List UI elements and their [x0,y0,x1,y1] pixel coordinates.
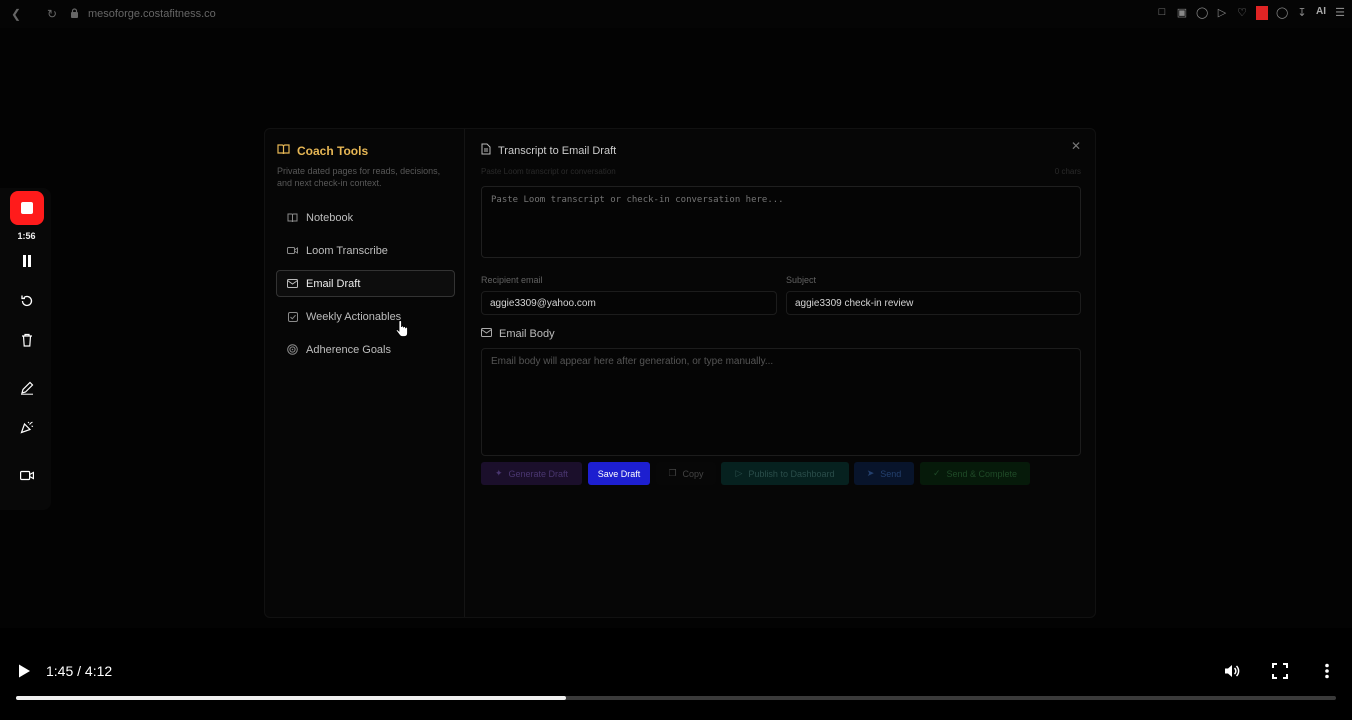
play-extension-icon[interactable]: ▷ [1216,6,1228,20]
recipient-label: Recipient email [481,275,543,285]
sidebar-description: Private dated pages for reads, decisions… [277,166,441,188]
email-draft-panel: Transcript to Email Draft ✕ Paste Loom t… [481,129,1081,617]
save-draft-button[interactable]: Save Draft [588,462,650,485]
play-icon[interactable] [17,663,31,684]
restart-icon[interactable] [17,291,37,311]
megaphone-icon: ▷ [735,468,743,478]
copy-button[interactable]: ❐ Copy [656,462,716,485]
coach-tools-modal: Coach Tools Private dated pages for read… [264,128,1096,618]
menu-item-loom-transcribe[interactable]: Loom Transcribe [276,237,455,264]
tool-menu: Notebook Loom Transcribe Email Draft Wee… [276,204,455,369]
browser-extensions: □ ▣ ◯ ▷ ♡ ◯ ↧ AI ☰ [1156,6,1346,20]
close-icon[interactable]: ✕ [1071,139,1081,153]
shield-icon[interactable]: ◯ [1196,6,1208,20]
video-time: 1:45 / 4:12 [46,663,113,679]
url-bar[interactable]: mesoforge.costafitness.co [88,8,216,20]
screenshot-icon[interactable]: ▣ [1176,6,1188,20]
file-text-icon [481,143,491,158]
more-options-icon[interactable] [1324,663,1330,684]
sparkle-icon: ✦ [494,468,503,478]
copy-icon: ❐ [668,468,677,478]
menu-item-notebook[interactable]: Notebook [276,204,455,231]
recording-time: 1:56 [17,231,36,241]
menu-item-email-draft[interactable]: Email Draft [276,270,455,297]
bookmark-icon[interactable]: □ [1156,6,1168,20]
book-icon [287,212,298,223]
menu-item-adherence-goals[interactable]: Adherence Goals [276,336,455,363]
video-controls: 1:45 / 4:12 [0,650,1352,720]
pause-icon[interactable] [17,251,37,271]
video-progress-fill [16,696,567,700]
trash-icon[interactable] [17,330,37,350]
reload-icon[interactable]: ↻ [42,7,62,21]
sidebar-title: Coach Tools [277,143,368,158]
lock-icon [64,7,84,21]
subject-label: Subject [786,275,817,285]
menu-icon[interactable]: ☰ [1334,6,1346,20]
ai-button[interactable]: AI [1316,6,1326,20]
panel-title: Transcript to Email Draft [481,143,616,158]
video-progress-bar[interactable] [16,696,1336,700]
recipient-email-field[interactable]: aggie3309@yahoo.com [481,291,777,315]
checkbox-icon [287,311,298,322]
recording-indicator [1256,6,1268,20]
volume-icon[interactable] [1224,663,1241,684]
confetti-icon[interactable] [17,417,37,437]
browser-toolbar: ❮ ↻ mesoforge.costafitness.co □ ▣ ◯ ▷ ♡ … [0,0,1352,28]
send-icon: ➤ [866,468,875,478]
target-icon [287,344,298,355]
download-icon[interactable]: ↧ [1296,6,1308,20]
menu-item-weekly-actionables[interactable]: Weekly Actionables [276,303,455,330]
camera-icon[interactable] [17,465,37,485]
coach-tools-sidebar: Coach Tools Private dated pages for read… [265,129,465,617]
heart-icon[interactable]: ♡ [1236,6,1248,20]
stop-icon [21,202,33,214]
recorder-toolbar: 1:56 [0,188,51,510]
mail-icon [481,328,492,340]
send-complete-button[interactable]: ✓ Send & Complete [920,462,1030,485]
email-body-input[interactable]: Email body will appear here after genera… [481,348,1081,456]
mail-icon [287,278,298,289]
pencil-icon[interactable] [17,378,37,398]
check-circle-icon: ✓ [932,468,941,478]
video-icon [287,245,298,256]
transcript-input[interactable] [481,186,1081,258]
email-body-title: Email Body [481,328,555,340]
char-count: 0 chars [1054,167,1081,176]
generate-draft-button[interactable]: ✦ Generate Draft [481,462,582,485]
back-icon[interactable]: ❮ [6,7,26,21]
subject-field[interactable]: aggie3309 check-in review [786,291,1081,315]
account-icon[interactable]: ◯ [1276,6,1288,20]
send-button[interactable]: ➤ Send [854,462,914,485]
stop-recording-button[interactable] [10,191,44,225]
mouse-cursor-icon [395,320,408,343]
fullscreen-icon[interactable] [1272,663,1288,684]
publish-dashboard-button[interactable]: ▷ Publish to Dashboard [721,462,849,485]
transcript-label: Paste Loom transcript or conversation [481,167,616,176]
book-open-icon [277,143,290,158]
